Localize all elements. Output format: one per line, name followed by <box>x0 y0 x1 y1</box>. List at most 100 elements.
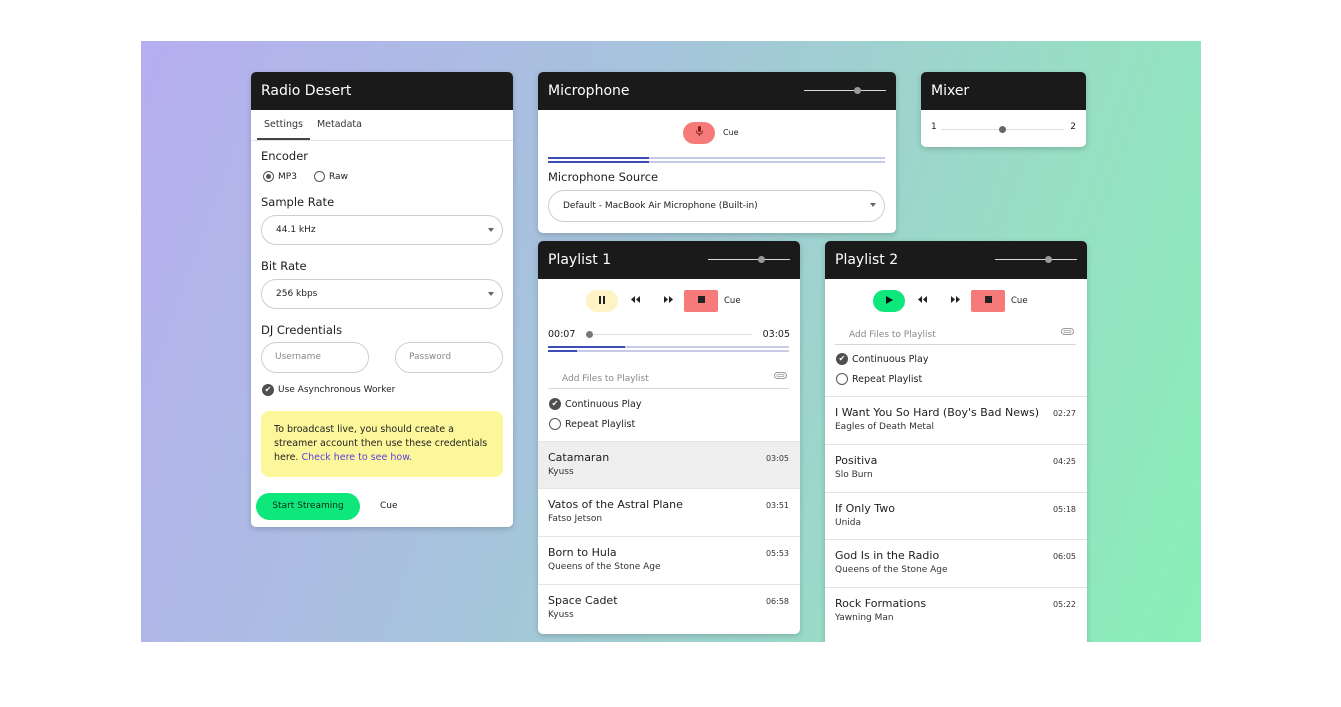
encoder-option-raw[interactable]: Raw <box>314 171 348 182</box>
username-field[interactable]: Username <box>261 342 369 373</box>
list-item[interactable]: God Is in the Radio Queens of the Stone … <box>825 539 1087 586</box>
playlist2-volume-slider[interactable] <box>995 255 1077 265</box>
list-item[interactable]: Rock Formations Yawning Man 05:22 <box>825 587 1087 634</box>
bit-rate-label: Bit Rate <box>261 259 307 273</box>
check-icon[interactable]: ✔ <box>836 353 848 365</box>
playlist1-seek-bar[interactable] <box>586 330 752 340</box>
chevron-down-icon <box>488 292 494 296</box>
password-field[interactable]: Password <box>395 342 503 373</box>
elapsed-time: 00:07 <box>548 329 576 340</box>
seek-thumb[interactable] <box>586 331 593 338</box>
mic-source-label: Microphone Source <box>548 170 659 184</box>
mic-source-select[interactable]: Default - MacBook Air Microphone (Built-… <box>548 190 885 222</box>
playlist1-continuous-play[interactable]: ✔ Continuous Play <box>549 398 642 410</box>
playlist2-title: Playlist 2 <box>835 252 899 268</box>
encoder-option-mp3[interactable]: MP3 <box>263 171 297 182</box>
stop-icon <box>697 296 705 306</box>
playlist2-card: Playlist 2 Cue Add Files to Playlist ✔ C… <box>825 241 1087 642</box>
radio-settings-card: Radio Desert Settings Metadata Encoder M… <box>251 72 513 527</box>
check-icon[interactable]: ✔ <box>262 384 274 396</box>
microphone-icon <box>695 126 704 140</box>
microphone-title: Microphone <box>548 83 630 99</box>
mic-source-value: Default - MacBook Air Microphone (Built-… <box>563 201 758 211</box>
fast-forward-button[interactable] <box>939 290 971 312</box>
mixer-title: Mixer <box>931 83 970 99</box>
notice-help-link[interactable]: Check here to see how. <box>301 452 412 463</box>
sample-rate-label: Sample Rate <box>261 195 335 209</box>
radio-cue-button[interactable]: Cue <box>380 501 398 511</box>
fast-forward-icon <box>663 296 673 306</box>
paperclip-icon[interactable] <box>1061 328 1074 338</box>
playlist1-level-meter <box>548 346 789 352</box>
tab-metadata[interactable]: Metadata <box>310 110 369 140</box>
stop-icon <box>984 296 992 306</box>
fast-forward-button[interactable] <box>652 290 684 312</box>
stop-button[interactable] <box>684 290 718 312</box>
list-item[interactable]: If Only Two Unida 05:18 <box>825 492 1087 539</box>
radio-repeat[interactable] <box>836 373 848 385</box>
rewind-icon <box>917 296 927 306</box>
bit-rate-select[interactable]: 256 kbps <box>261 279 503 309</box>
paperclip-icon[interactable] <box>774 372 787 382</box>
playlist1-cue-button[interactable]: Cue <box>724 296 741 306</box>
microphone-volume-slider[interactable] <box>804 86 886 96</box>
mic-cue-button[interactable]: Cue <box>723 128 739 137</box>
playlist1-card: Playlist 1 Cue 00:07 03:05 Add Files to … <box>538 241 800 634</box>
sample-rate-select[interactable]: 44.1 kHz <box>261 215 503 245</box>
playlist2-add-files-input[interactable]: Add Files to Playlist <box>835 326 1076 345</box>
check-icon[interactable]: ✔ <box>549 398 561 410</box>
playlist1-title: Playlist 1 <box>548 252 612 268</box>
microphone-header: Microphone <box>538 72 896 110</box>
mixer-right-label: 2 <box>1070 122 1076 132</box>
playlist2-cue-button[interactable]: Cue <box>1011 296 1028 306</box>
list-item[interactable]: Catamaran Kyuss 03:05 <box>538 441 800 488</box>
chevron-down-icon <box>870 203 876 207</box>
playlist2-header: Playlist 2 <box>825 241 1087 279</box>
play-icon <box>885 295 893 307</box>
stop-button[interactable] <box>971 290 1005 312</box>
slider-thumb[interactable] <box>758 256 765 263</box>
tab-settings[interactable]: Settings <box>257 110 310 140</box>
list-item[interactable]: Born to Hula Queens of the Stone Age 05:… <box>538 536 800 583</box>
crossfader-thumb[interactable] <box>999 126 1006 133</box>
mixer-header: Mixer <box>921 72 1086 110</box>
list-item[interactable]: Positiva Slo Burn 04:25 <box>825 444 1087 491</box>
playlist1-add-files-input[interactable]: Add Files to Playlist <box>548 370 789 389</box>
playlist1-repeat-playlist[interactable]: Repeat Playlist <box>549 418 635 430</box>
radio-raw[interactable] <box>314 171 325 182</box>
app-background: Radio Desert Settings Metadata Encoder M… <box>141 41 1201 642</box>
radio-repeat[interactable] <box>549 418 561 430</box>
mic-toggle-button[interactable] <box>683 122 715 144</box>
chevron-down-icon <box>488 228 494 232</box>
mixer-card: Mixer 1 2 <box>921 72 1086 147</box>
dj-credentials-label: DJ Credentials <box>261 323 343 337</box>
rewind-button[interactable] <box>906 290 938 312</box>
pause-icon <box>598 295 606 307</box>
mixer-crossfader[interactable] <box>941 125 1064 135</box>
list-item[interactable]: Space Cadet Kyuss 06:58 <box>538 584 800 631</box>
rewind-icon <box>630 296 640 306</box>
sample-rate-value: 44.1 kHz <box>276 225 316 235</box>
list-item[interactable]: Vatos of the Astral Plane Fatso Jetson 0… <box>538 488 800 535</box>
slider-thumb[interactable] <box>1045 256 1052 263</box>
encoder-label: Encoder <box>261 149 309 163</box>
bit-rate-value: 256 kbps <box>276 289 318 299</box>
start-streaming-button[interactable]: Start Streaming <box>256 493 360 520</box>
microphone-card: Microphone Cue Microphone Source Default… <box>538 72 896 233</box>
playlist2-continuous-play[interactable]: ✔ Continuous Play <box>836 353 929 365</box>
play-button[interactable] <box>873 290 905 312</box>
playlist1-header: Playlist 1 <box>538 241 800 279</box>
async-worker-toggle[interactable]: ✔ Use Asynchronous Worker <box>262 384 395 396</box>
radio-header: Radio Desert <box>251 72 513 110</box>
list-item[interactable]: I Want You So Hard (Boy's Bad News) Eagl… <box>825 396 1087 443</box>
rewind-button[interactable] <box>619 290 651 312</box>
radio-tabs: Settings Metadata <box>251 110 513 141</box>
slider-thumb[interactable] <box>854 87 861 94</box>
fast-forward-icon <box>950 296 960 306</box>
mic-level-meter <box>548 157 885 163</box>
playlist2-repeat-playlist[interactable]: Repeat Playlist <box>836 373 922 385</box>
radio-mp3[interactable] <box>263 171 274 182</box>
streaming-notice: To broadcast live, you should create a s… <box>261 411 503 477</box>
pause-button[interactable] <box>586 290 618 312</box>
playlist1-volume-slider[interactable] <box>708 255 790 265</box>
